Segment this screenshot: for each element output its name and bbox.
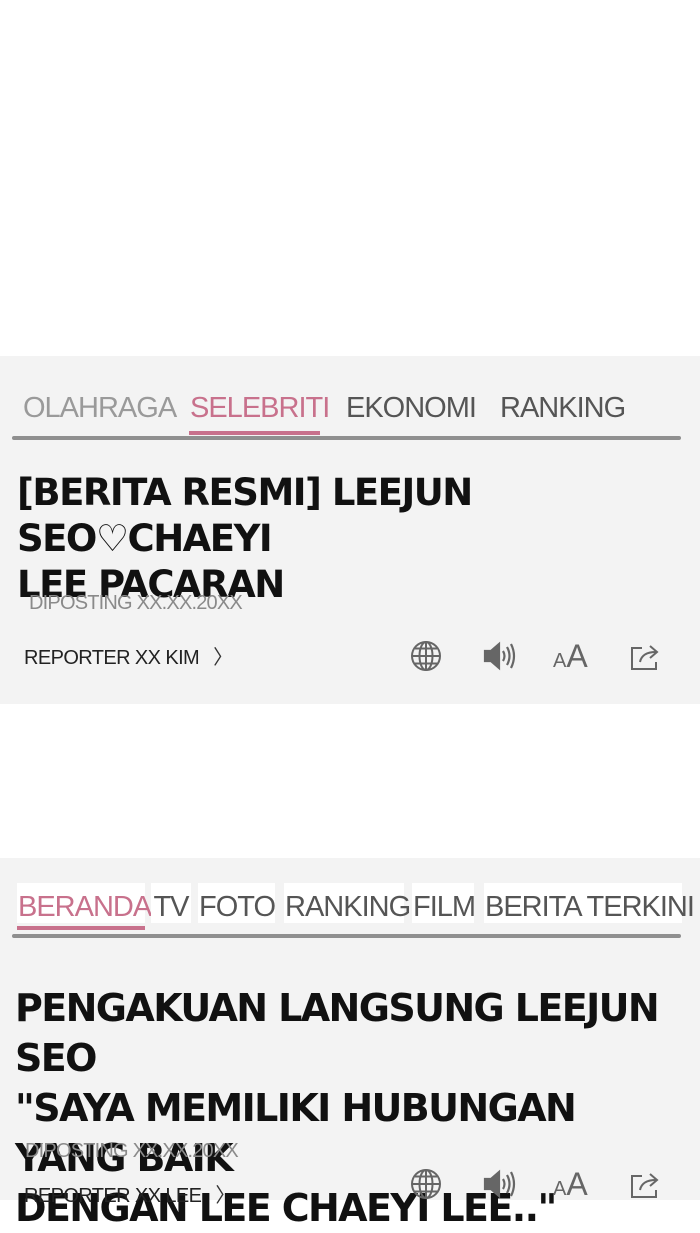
- chevron-right-icon: 〉: [215, 1185, 235, 1207]
- chevron-right-icon: 〉: [213, 647, 233, 669]
- article-panel-1: OLAHRAGA SELEBRITI EKONOMI RANKING [BERI…: [0, 356, 700, 704]
- article-panel-2: BERANDA TV FOTO RANKING FILM BERITA TERK…: [0, 858, 700, 1230]
- article-headline: [BERITA RESMI] LEEJUN SEO♡CHAEYI LEE PAC…: [17, 470, 693, 608]
- tab-foto[interactable]: FOTO: [198, 883, 276, 923]
- reporter-link[interactable]: REPORTER XX KIM 〉: [24, 641, 233, 670]
- category-tabs: OLAHRAGA SELEBRITI EKONOMI RANKING: [0, 390, 700, 440]
- tab-ranking[interactable]: RANKING: [500, 392, 626, 425]
- reporter-name: REPORTER XX LEE: [24, 1185, 202, 1207]
- reporter-link[interactable]: REPORTER XX LEE 〉: [24, 1179, 235, 1208]
- globe-icon[interactable]: [408, 638, 444, 674]
- font-big-glyph: A: [566, 638, 588, 674]
- font-small-glyph: A: [553, 1178, 567, 1200]
- share-icon[interactable]: [628, 1166, 664, 1202]
- speaker-icon[interactable]: [481, 638, 517, 674]
- tab-olahraga[interactable]: OLAHRAGA: [23, 392, 177, 425]
- tab-ekonomi[interactable]: EKONOMI: [346, 392, 477, 425]
- tab-tv[interactable]: TV: [151, 883, 191, 923]
- headline-line: [BERITA RESMI] LEEJUN SEO♡CHAEYI: [17, 471, 473, 560]
- headline-line: PENGAKUAN LANGSUNG LEEJUN SEO: [15, 986, 660, 1080]
- tab-berita-terkini[interactable]: BERITA TERKINI: [484, 883, 695, 923]
- speaker-icon[interactable]: [481, 1166, 517, 1202]
- active-tab-underline: [17, 926, 145, 930]
- posted-date: DIPOSTING XX.XX.20XX: [25, 1140, 239, 1162]
- font-size-icon[interactable]: AA: [553, 1166, 588, 1203]
- globe-icon[interactable]: [408, 1166, 444, 1202]
- tab-divider: [12, 934, 681, 938]
- reporter-name: REPORTER XX KIM: [24, 647, 200, 669]
- tab-ranking[interactable]: RANKING: [284, 883, 411, 923]
- font-size-icon[interactable]: AA: [553, 638, 588, 675]
- active-tab-underline: [189, 431, 320, 435]
- font-big-glyph: A: [566, 1166, 588, 1202]
- share-icon[interactable]: [628, 638, 664, 674]
- tab-divider: [12, 436, 681, 440]
- tab-selebriti[interactable]: SELEBRITI: [190, 392, 330, 425]
- posted-date: DIPOSTING XX.XX.20XX: [29, 592, 243, 614]
- font-small-glyph: A: [553, 650, 567, 672]
- tab-beranda[interactable]: BERANDA: [17, 883, 152, 923]
- tab-film[interactable]: FILM: [412, 883, 476, 923]
